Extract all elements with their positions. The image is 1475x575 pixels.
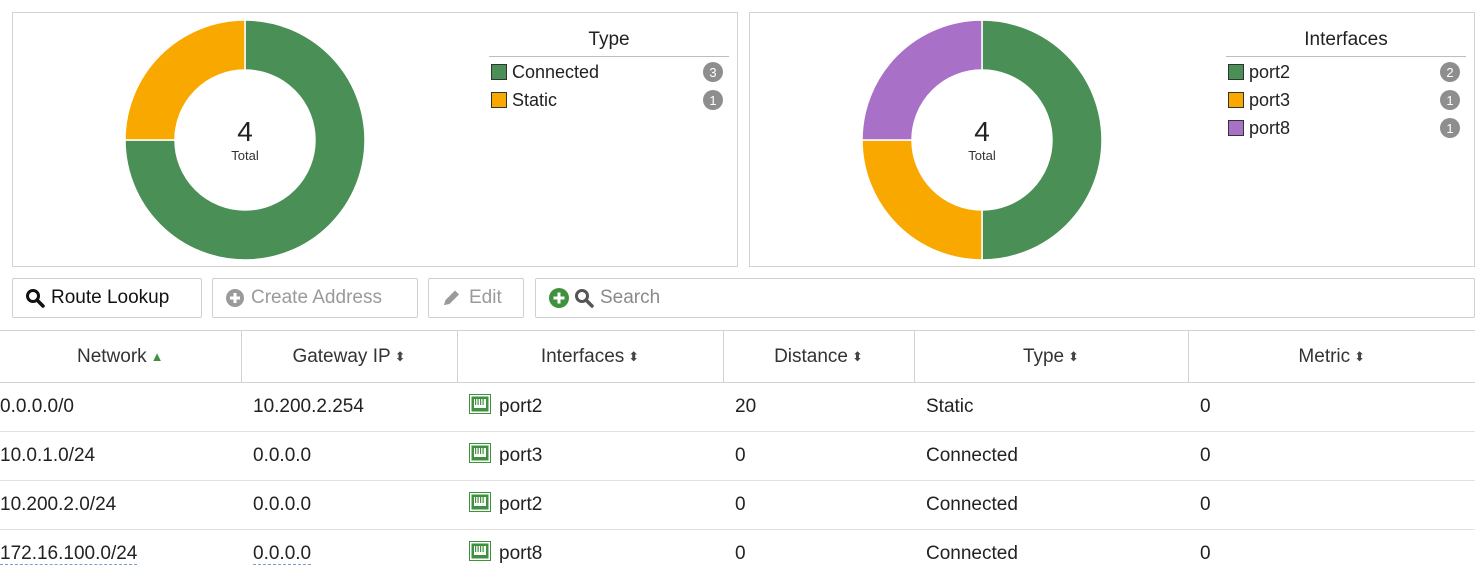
distance-cell: 0: [723, 529, 914, 575]
interfaces-chart-panel: 4 Total Interfaces port2 2 port3 1 port8…: [749, 12, 1475, 267]
interfaces-donut-chart: [861, 19, 1103, 261]
count-badge: 2: [1440, 62, 1460, 82]
legend-swatch: [1228, 120, 1244, 136]
network-cell: 0.0.0.0/0: [0, 382, 241, 432]
sort-icon[interactable]: ⬍: [395, 349, 406, 364]
edit-label: Edit: [469, 287, 502, 308]
column-header-distance[interactable]: Distance ⬍: [723, 330, 915, 383]
type-donut-chart: [124, 19, 366, 261]
add-filter-icon[interactable]: [548, 287, 570, 309]
sort-icon[interactable]: ⬍: [628, 349, 639, 364]
column-header-label: Interfaces: [540, 345, 625, 367]
count-badge: 1: [1440, 118, 1460, 138]
type-cell: Static: [914, 382, 1188, 432]
search-icon: [575, 289, 594, 308]
plus-circle-icon: [226, 289, 244, 307]
type-chart-panel: 4 Total Type Connected 3 Static 1: [12, 12, 738, 267]
column-header-network[interactable]: Network ▲: [0, 330, 242, 383]
metric-cell: 0: [1188, 480, 1475, 530]
table-row[interactable]: 10.200.2.0/24 0.0.0.0 port2 0 Connected …: [0, 480, 1475, 530]
legend-item-static[interactable]: Static 1: [489, 85, 729, 113]
legend-swatch: [1228, 64, 1244, 80]
column-header-label: Distance: [774, 345, 848, 367]
search-box[interactable]: [535, 278, 1475, 318]
type-cell: Connected: [914, 480, 1188, 530]
count-badge: 1: [703, 90, 723, 110]
metric-cell: 0: [1188, 382, 1475, 432]
legend-item-port2[interactable]: port2 2: [1226, 57, 1466, 85]
legend-item-port3[interactable]: port3 1: [1226, 85, 1466, 113]
donut-slice-static[interactable]: [124, 19, 246, 141]
ethernet-port-icon: [469, 394, 491, 420]
create-address-label: Create Address: [251, 287, 382, 308]
legend-swatch: [1228, 92, 1244, 108]
network-cell: 10.0.1.0/24: [0, 431, 241, 481]
legend-swatch: [491, 92, 507, 108]
donut-slice-port8[interactable]: [861, 19, 983, 141]
network-cell: 10.200.2.0/24: [0, 480, 241, 530]
column-header-label: Metric: [1298, 345, 1351, 367]
legend-label: port3: [1249, 89, 1291, 110]
column-header-label: Network: [76, 345, 147, 367]
sort-icon[interactable]: ▲: [151, 349, 164, 364]
legend-swatch: [491, 64, 507, 80]
legend-item-connected[interactable]: Connected 3: [489, 57, 729, 85]
metric-cell: 0: [1188, 529, 1475, 575]
gateway-cell: 0.0.0.0: [241, 480, 457, 530]
table-row[interactable]: 0.0.0.0/0 10.200.2.254 port2 20 Static 0: [0, 382, 1475, 432]
routing-table: Network ▲ Gateway IP ⬍ Interfaces ⬍ Distanc…: [0, 330, 1475, 575]
interface-cell: port2: [457, 480, 723, 530]
interfaces-legend-title: Interfaces: [1226, 26, 1466, 57]
gateway-cell: 10.200.2.254: [241, 382, 457, 432]
sort-icon[interactable]: ⬍: [1354, 349, 1365, 364]
type-legend-title: Type: [489, 26, 729, 57]
legend-label: port2: [1249, 61, 1291, 82]
interface-cell: port8: [457, 529, 723, 575]
interface-cell: port3: [457, 431, 723, 481]
sort-icon[interactable]: ⬍: [1068, 349, 1079, 364]
legend-item-port8[interactable]: port8 1: [1226, 113, 1466, 141]
distance-cell: 20: [723, 382, 914, 432]
toolbar: Route Lookup Create Address Edit: [12, 278, 1475, 318]
interface-cell: port2: [457, 382, 723, 432]
legend-label: Static: [512, 89, 558, 110]
type-cell: Connected: [914, 529, 1188, 575]
interfaces-legend: Interfaces port2 2 port3 1 port8 1: [1226, 26, 1466, 141]
route-lookup-label: Route Lookup: [51, 287, 170, 308]
search-input[interactable]: [600, 287, 1300, 309]
ethernet-port-icon: [469, 541, 491, 567]
column-header-type[interactable]: Type ⬍: [914, 330, 1189, 383]
search-icon: [26, 289, 45, 308]
legend-label: Connected: [512, 61, 600, 82]
distance-cell: 0: [723, 480, 914, 530]
count-badge: 1: [1440, 90, 1460, 110]
edit-button[interactable]: Edit: [428, 278, 524, 318]
donut-slice-port2[interactable]: [981, 19, 1103, 261]
pencil-icon: [444, 290, 459, 305]
type-legend: Type Connected 3 Static 1: [489, 26, 729, 113]
distance-cell: 0: [723, 431, 914, 481]
sort-icon[interactable]: ⬍: [852, 349, 863, 364]
table-row[interactable]: 10.0.1.0/24 0.0.0.0 port3 0 Connected 0: [0, 431, 1475, 481]
create-address-button[interactable]: Create Address: [212, 278, 418, 318]
route-lookup-button[interactable]: Route Lookup: [12, 278, 202, 318]
metric-cell: 0: [1188, 431, 1475, 481]
gateway-cell: 0.0.0.0: [241, 431, 457, 481]
type-cell: Connected: [914, 431, 1188, 481]
column-header-metric[interactable]: Metric ⬍: [1188, 330, 1475, 383]
gateway-cell: 0.0.0.0: [241, 529, 457, 575]
ethernet-port-icon: [469, 492, 491, 518]
column-header-label: Gateway IP: [292, 345, 391, 367]
network-cell: 172.16.100.0/24: [0, 529, 241, 575]
table-header-row: Network ▲ Gateway IP ⬍ Interfaces ⬍ Distanc…: [0, 330, 1475, 383]
column-header-interfaces[interactable]: Interfaces ⬍: [457, 330, 724, 383]
ethernet-port-icon: [469, 443, 491, 469]
donut-slice-port3[interactable]: [861, 139, 983, 261]
column-header-label: Type: [1022, 345, 1065, 367]
count-badge: 3: [703, 62, 723, 82]
legend-label: port8: [1249, 117, 1291, 138]
table-row[interactable]: 172.16.100.0/24 0.0.0.0 port8 0 Connecte…: [0, 529, 1475, 575]
column-header-gateway-ip[interactable]: Gateway IP ⬍: [241, 330, 458, 383]
